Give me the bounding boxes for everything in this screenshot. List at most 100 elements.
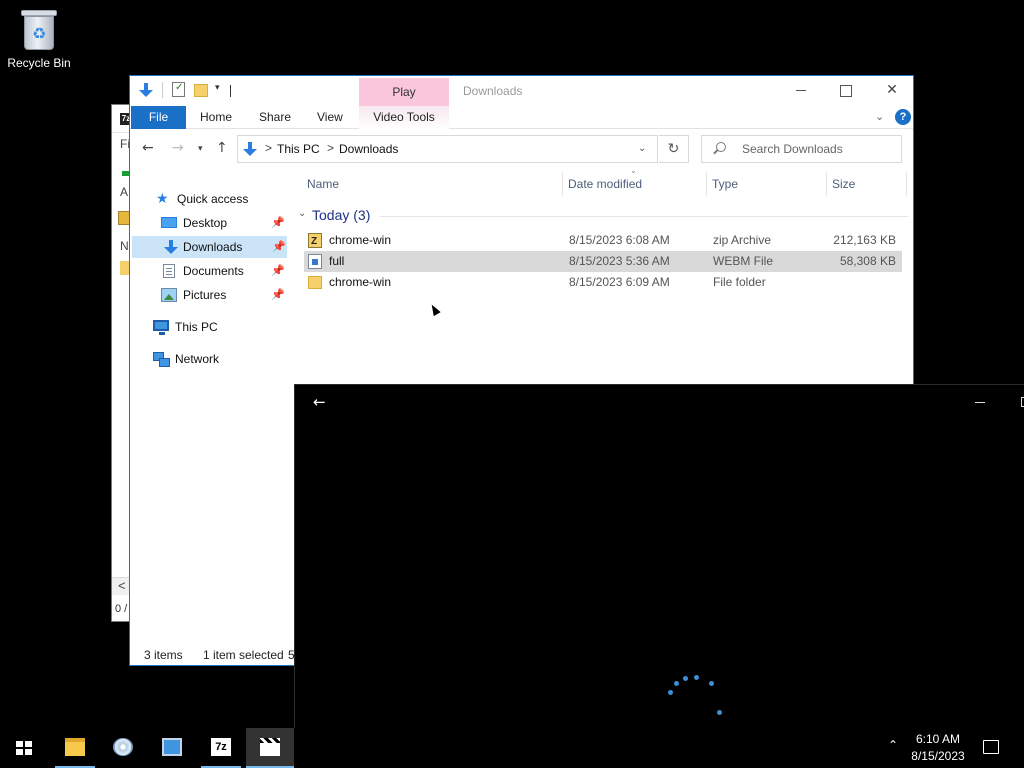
background-window-toolbar-fragment[interactable]: A bbox=[120, 185, 128, 199]
title-divider bbox=[230, 85, 231, 97]
downloads-location-icon bbox=[242, 141, 258, 157]
column-divider[interactable] bbox=[562, 172, 563, 196]
background-window-column-fragment[interactable]: N bbox=[120, 239, 129, 253]
help-icon[interactable]: ? bbox=[895, 109, 911, 125]
group-divider bbox=[380, 216, 908, 217]
network-icon bbox=[153, 352, 170, 367]
column-header-name[interactable]: Name bbox=[307, 168, 562, 200]
tab-home[interactable]: Home bbox=[200, 106, 232, 129]
nav-label: Network bbox=[175, 352, 220, 366]
explorer-titlebar[interactable]: ▾ Play Downloads ✕ bbox=[130, 76, 913, 106]
nav-label: Pictures bbox=[183, 288, 227, 302]
background-window-status: 0 / bbox=[115, 603, 128, 615]
pin-icon[interactable]: 📌 bbox=[272, 236, 286, 258]
taskbar-movies-tv[interactable] bbox=[246, 728, 294, 768]
back-arrow-icon[interactable]: ← bbox=[313, 393, 326, 411]
file-row[interactable]: chrome-win 8/15/2023 6:09 AM File folder bbox=[304, 272, 902, 293]
media-player-window[interactable]: ← bbox=[294, 384, 1024, 768]
breadcrumb-downloads[interactable]: Downloads bbox=[339, 142, 398, 156]
collapse-group-chevron-icon[interactable]: ⌄ bbox=[298, 208, 306, 219]
address-row: ← → ▾ ↑ > This PC > Downloads ⌄ ↻ Search… bbox=[130, 130, 913, 168]
up-arrow-icon[interactable]: ↑ bbox=[216, 140, 228, 156]
file-date: 8/15/2023 5:36 AM bbox=[569, 254, 670, 268]
clock-time: 6:10 AM bbox=[915, 732, 961, 746]
file-size: 58,308 KB bbox=[839, 254, 896, 268]
close-button[interactable]: ✕ bbox=[869, 76, 915, 106]
taskbar: 7z ⌃ 6:10 AM 8/15/2023 bbox=[0, 728, 1024, 768]
folder-icon bbox=[308, 276, 322, 289]
taskbar-file-explorer[interactable] bbox=[51, 728, 99, 768]
quick-access-downloads-icon[interactable] bbox=[138, 82, 154, 98]
nav-network[interactable]: Network bbox=[153, 348, 285, 370]
search-input[interactable]: Search Downloads bbox=[701, 135, 902, 163]
column-header-type[interactable]: Type bbox=[712, 168, 826, 200]
column-header-size[interactable]: Size bbox=[832, 168, 906, 200]
pin-icon[interactable]: 📌 bbox=[271, 260, 285, 282]
forward-arrow-icon[interactable]: → bbox=[172, 140, 184, 156]
minimize-button[interactable] bbox=[778, 76, 824, 106]
expand-ribbon-chevron-icon[interactable]: ⌄ bbox=[875, 110, 884, 123]
file-type: zip Archive bbox=[713, 233, 772, 247]
tab-view[interactable]: View bbox=[317, 106, 343, 129]
address-bar[interactable]: > This PC > Downloads ⌄ bbox=[237, 135, 658, 163]
documents-icon bbox=[163, 264, 175, 278]
downloads-icon bbox=[163, 240, 179, 254]
nav-label: Downloads bbox=[183, 240, 243, 254]
video-file-icon bbox=[308, 254, 322, 269]
back-arrow-icon[interactable]: ← bbox=[142, 140, 154, 156]
nav-pictures[interactable]: Pictures 📌 bbox=[161, 284, 285, 306]
nav-documents[interactable]: Documents 📌 bbox=[161, 260, 285, 282]
breadcrumb-this-pc[interactable]: This PC bbox=[277, 142, 320, 156]
nav-this-pc[interactable]: This PC bbox=[153, 316, 285, 338]
notification-center-icon[interactable] bbox=[983, 740, 999, 754]
scroll-left-arrow[interactable]: < bbox=[118, 578, 126, 593]
search-icon bbox=[716, 142, 726, 152]
search-placeholder: Search Downloads bbox=[742, 142, 843, 156]
nav-quick-access[interactable]: Quick access bbox=[155, 188, 285, 210]
nav-label: Documents bbox=[183, 264, 244, 278]
pin-icon[interactable]: 📌 bbox=[271, 284, 285, 306]
pin-icon[interactable]: 📌 bbox=[271, 212, 285, 234]
7zip-icon: 7z bbox=[211, 738, 231, 756]
loading-spinner-icon bbox=[665, 670, 725, 720]
cd-icon bbox=[113, 738, 133, 756]
desktop-icon bbox=[161, 217, 177, 228]
file-row-selected[interactable]: full 8/15/2023 5:36 AM WEBM File 58,308 … bbox=[304, 251, 902, 272]
taskbar-7zip[interactable]: 7z bbox=[197, 728, 245, 768]
nav-downloads[interactable]: Downloads 📌 bbox=[132, 236, 287, 258]
maximize-button[interactable] bbox=[823, 76, 869, 106]
taskbar-computer-tool[interactable] bbox=[148, 728, 196, 768]
tab-share[interactable]: Share bbox=[259, 106, 291, 129]
column-divider[interactable] bbox=[906, 172, 907, 196]
folder-icon bbox=[65, 738, 85, 756]
minimize-button[interactable] bbox=[975, 402, 985, 403]
taskbar-disc-tool[interactable] bbox=[99, 728, 147, 768]
file-row[interactable]: chrome-win 8/15/2023 6:08 AM zip Archive… bbox=[304, 230, 902, 252]
new-folder-icon[interactable] bbox=[194, 84, 208, 97]
address-dropdown-chevron-icon[interactable]: ⌄ bbox=[638, 143, 646, 154]
refresh-button[interactable]: ↻ bbox=[659, 135, 689, 163]
column-divider[interactable] bbox=[826, 172, 827, 196]
status-item-count: 3 items bbox=[144, 648, 183, 662]
quick-access-divider bbox=[162, 82, 163, 98]
recycle-bin-shortcut[interactable]: Recycle Bin bbox=[4, 6, 74, 70]
star-icon bbox=[155, 188, 171, 210]
column-divider[interactable] bbox=[706, 172, 707, 196]
breadcrumb-separator-icon[interactable]: > bbox=[327, 141, 334, 155]
file-date: 8/15/2023 6:09 AM bbox=[569, 275, 670, 289]
navigation-pane: Quick access Desktop 📌 Downloads 📌 Docum… bbox=[130, 168, 295, 638]
show-hidden-icons-chevron-icon[interactable]: ⌃ bbox=[888, 738, 898, 752]
group-header-today[interactable]: ⌄ Today (3) bbox=[296, 205, 908, 227]
file-name: full bbox=[329, 254, 345, 268]
breadcrumb-separator-icon[interactable]: > bbox=[265, 141, 272, 155]
properties-icon[interactable] bbox=[172, 82, 185, 97]
system-clock[interactable]: 6:10 AM 8/15/2023 bbox=[905, 731, 971, 765]
column-header-date-modified[interactable]: Date modified bbox=[568, 168, 706, 200]
nav-desktop[interactable]: Desktop 📌 bbox=[161, 212, 285, 234]
recent-locations-chevron-icon[interactable]: ▾ bbox=[198, 144, 203, 154]
tab-video-tools[interactable]: Video Tools bbox=[359, 106, 449, 129]
tab-file[interactable]: File bbox=[131, 106, 186, 129]
customize-quick-access-icon[interactable]: ▾ bbox=[215, 83, 220, 99]
clock-date: 8/15/2023 bbox=[911, 749, 965, 763]
windows-start-icon[interactable] bbox=[16, 741, 33, 756]
